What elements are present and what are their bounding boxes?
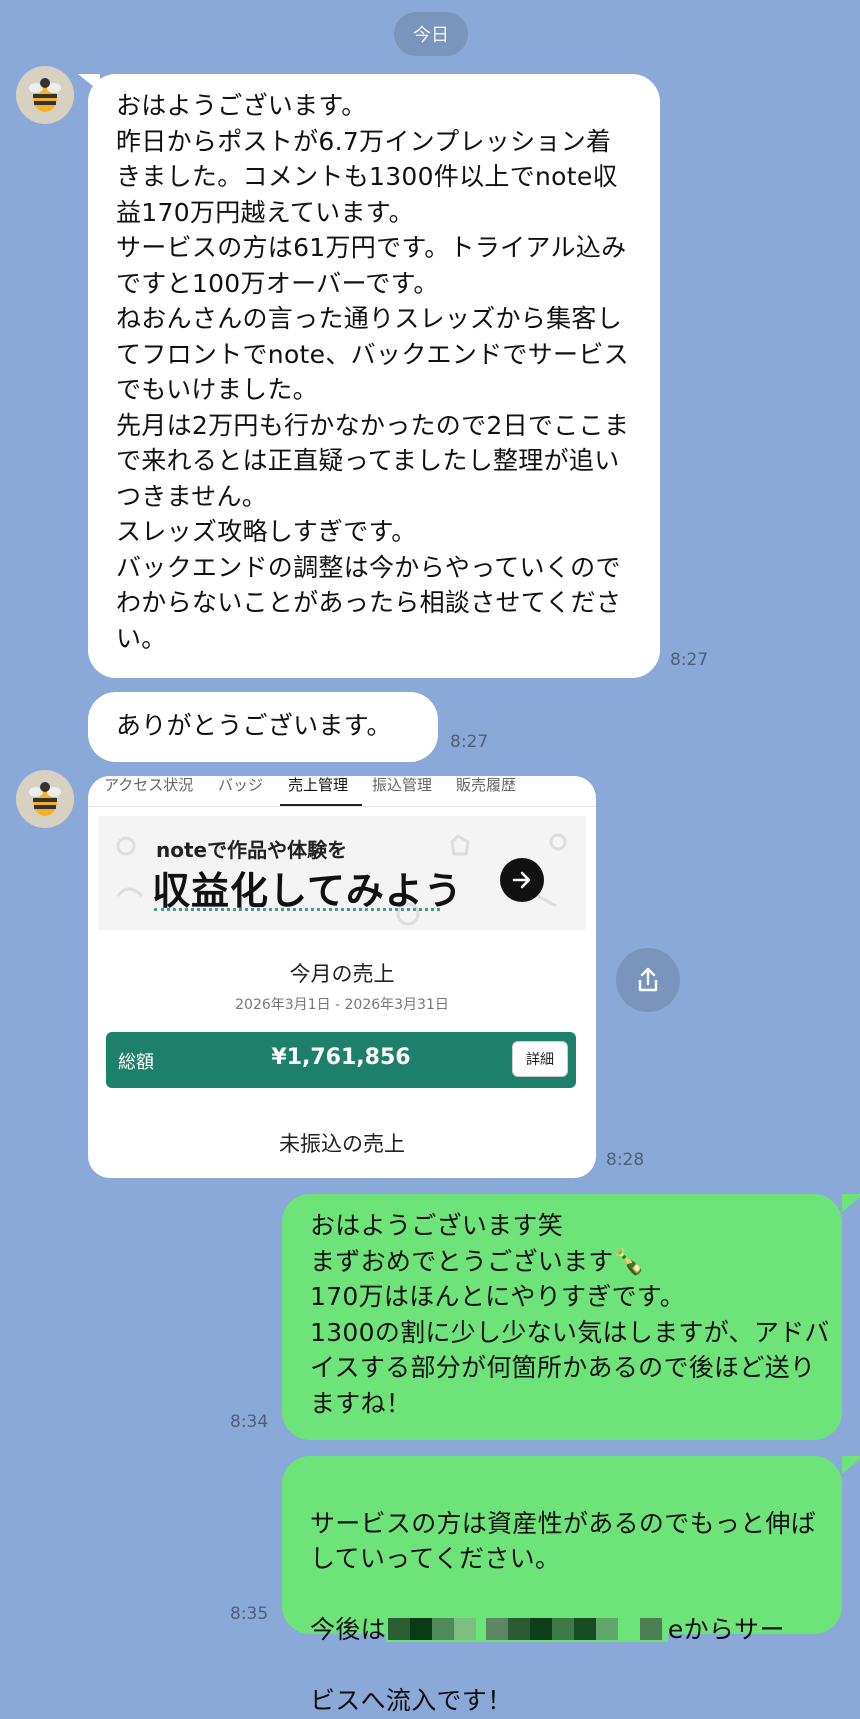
total-value: ¥1,761,856 <box>271 1045 411 1070</box>
outgoing-message-bubble[interactable]: おはようございます笑 まずおめでとうございます🍾 170万はほんとにやりすぎです… <box>282 1194 842 1440</box>
arrow-right-icon <box>500 858 544 902</box>
banner-underline <box>154 908 440 911</box>
message-time: 8:35 <box>230 1604 269 1624</box>
detail-button: 詳細 <box>512 1041 568 1077</box>
banner-subtitle: noteで作品や体験を <box>156 838 348 862</box>
tab-sales: 売上管理 <box>288 776 349 794</box>
share-icon[interactable] <box>616 948 680 1012</box>
message-time: 8:27 <box>450 732 489 752</box>
tab-transfer: 振込管理 <box>372 776 433 794</box>
message-time: 8:28 <box>606 1150 645 1170</box>
total-sales-bar: 総額 ¥1,761,856 詳細 <box>106 1032 576 1088</box>
bubble-tail <box>842 1194 860 1212</box>
tab-access: アクセス状況 <box>104 776 194 794</box>
incoming-message-bubble[interactable]: おはようございます。 昨日からポストが6.7万インプレッション着きました。コメン… <box>88 74 660 678</box>
tab-badge: バッジ <box>218 776 264 794</box>
unpaid-sales-title: 未振込の売上 <box>279 1132 405 1156</box>
active-tab-indicator <box>280 804 362 806</box>
month-date-range: 2026年3月1日 - 2026年3月31日 <box>235 997 449 1013</box>
tab-bar: アクセス状況 バッジ 売上管理 振込管理 販売履歴 <box>88 776 596 807</box>
incoming-message-bubble[interactable]: ありがとうございます。 <box>88 692 438 762</box>
bee-avatar-icon[interactable] <box>16 770 74 828</box>
message-text: ビスへ流入です！ <box>310 1686 513 1715</box>
message-time: 8:27 <box>670 650 709 670</box>
date-separator: 今日 <box>394 12 468 56</box>
promo-banner: noteで作品や体験を 収益化してみよう <box>98 816 586 930</box>
tab-history: 販売履歴 <box>456 776 517 794</box>
bee-avatar-icon[interactable] <box>16 66 74 124</box>
outgoing-message-bubble[interactable]: サービスの方は資産性があるのでもっと伸ばしていってください。 今後は eからサー … <box>282 1456 842 1715</box>
redacted-text <box>385 1616 668 1642</box>
message-time: 8:34 <box>230 1412 269 1432</box>
banner-title: 収益化してみよう <box>152 869 463 913</box>
month-sales-title: 今月の売上 <box>289 962 395 986</box>
bubble-tail <box>842 1456 860 1474</box>
image-message[interactable]: アクセス状況 バッジ 売上管理 振込管理 販売履歴 noteで作品や体験を 収益… <box>88 776 596 1178</box>
message-text: サービスの方は資産性があるのでもっと伸ばしていってください。 <box>310 1508 817 1574</box>
